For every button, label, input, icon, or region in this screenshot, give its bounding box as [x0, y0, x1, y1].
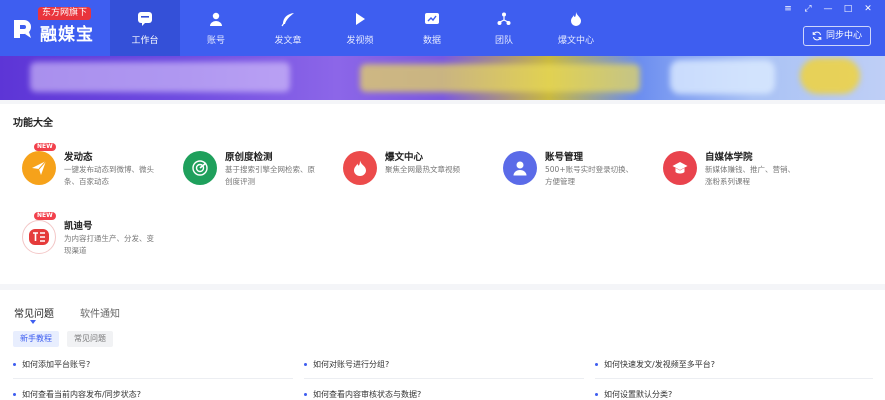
faq-question[interactable]: 如何快速发文/发视频至多平台?	[595, 359, 715, 370]
paper-plane-icon	[32, 160, 47, 175]
bullet-icon	[304, 393, 307, 396]
chart-icon	[425, 12, 439, 24]
nav-label: 发文章	[274, 35, 302, 46]
feature-icon	[343, 151, 377, 185]
nav-label: 发视频	[346, 35, 374, 46]
faq-question[interactable]: 如何查看内容审核状态与数据?	[304, 389, 421, 400]
tab-faq[interactable]: 常见问题	[14, 305, 54, 320]
feature-icon	[22, 220, 56, 254]
bullet-icon	[595, 393, 598, 396]
faq-question[interactable]: 如何添加平台账号?	[13, 359, 90, 370]
feature-kaidi[interactable]: NEW 凯迪号 为内容打通生产、分发、变现渠道	[22, 212, 172, 268]
close-icon[interactable]: ✕	[863, 4, 873, 14]
new-badge: NEW	[34, 143, 56, 151]
feature-title: 自媒体学院	[705, 152, 753, 163]
divider	[304, 378, 584, 379]
nav-label: 工作台	[131, 35, 159, 46]
feature-title: 发动态	[64, 152, 93, 163]
new-badge: NEW	[34, 212, 56, 220]
nav-post-video[interactable]: 发视频	[324, 0, 396, 56]
nav-post-article[interactable]: 发文章	[252, 0, 324, 56]
nav-workbench[interactable]: 工作台	[110, 0, 180, 56]
app-logo: 东方网旗下 融媒宝	[0, 0, 110, 56]
bullet-icon	[595, 363, 598, 366]
feature-post-moment[interactable]: NEW 发动态 一键发布动态到微博、微头条、百家动态	[22, 143, 172, 199]
feature-originality-check[interactable]: 原创度检测 基于搜索引擎全网检索、原创度评测	[183, 149, 333, 199]
active-tab-indicator	[30, 320, 36, 324]
feature-viral-center[interactable]: 爆文中心 聚焦全网最热文章视频	[343, 149, 493, 199]
team-icon	[497, 12, 511, 25]
app-name: 融媒宝	[40, 25, 94, 45]
feature-media-academy[interactable]: 自媒体学院 新媒体赚钱、推广、营销、涨粉系列课程	[663, 149, 813, 199]
minimize-icon[interactable]: —	[823, 4, 833, 14]
divider	[13, 378, 293, 379]
feature-desc: 聚焦全网最热文章视频	[385, 165, 460, 174]
nav-team[interactable]: 团队	[468, 0, 540, 56]
feature-desc: 500+账号实时登录切换、方便管理	[545, 165, 634, 186]
nav-data[interactable]: 数据	[396, 0, 468, 56]
pill-beginner-tutorial[interactable]: 新手教程	[13, 331, 59, 347]
bullet-icon	[304, 363, 307, 366]
feature-title: 原创度检测	[225, 152, 273, 163]
logo-mark-icon	[14, 20, 31, 38]
nav-label: 爆文中心	[557, 35, 594, 46]
feature-title: 凯迪号	[64, 221, 93, 232]
radar-icon	[192, 160, 208, 176]
pill-common-questions[interactable]: 常见问题	[67, 331, 113, 347]
feature-icon	[503, 151, 537, 185]
faq-question[interactable]: 如何对账号进行分组?	[304, 359, 389, 370]
graduation-cap-icon	[672, 162, 688, 174]
features-title: 功能大全	[13, 118, 53, 129]
faq-panel: 常见问题 软件通知 新手教程 常见问题 如何添加平台账号? 如何对账号进行分组?…	[0, 290, 885, 400]
feature-desc: 为内容打通生产、分发、变现渠道	[64, 234, 154, 255]
feature-account-management[interactable]: 账号管理 500+账号实时登录切换、方便管理	[503, 149, 653, 199]
logo-badge: 东方网旗下	[38, 7, 92, 20]
feature-desc: 一键发布动态到微博、微头条、百家动态	[64, 165, 154, 186]
feature-icon	[22, 151, 56, 185]
nav-viral-center[interactable]: 爆文中心	[540, 0, 612, 56]
faq-question[interactable]: 如何查看当前内容发布/同步状态?	[13, 389, 141, 400]
main-nav: 工作台 账号 发文章 发视频 数据 团队 爆文中心	[110, 0, 612, 56]
chat-bubble-icon	[138, 11, 152, 26]
nav-accounts[interactable]: 账号	[180, 0, 252, 56]
app-window: 东方网旗下 融媒宝 工作台 账号 发文章 发视频 数据 团队 爆文中心 ≡ ⤢ …	[0, 0, 885, 400]
menu-icon[interactable]: ≡	[783, 4, 793, 14]
feature-desc: 新媒体赚钱、推广、营销、涨粉系列课程	[705, 165, 795, 186]
flame-icon	[571, 11, 581, 26]
nav-label: 账号	[206, 35, 225, 46]
pin-icon[interactable]: ⤢	[803, 4, 813, 14]
sync-center-label: 同步中心	[825, 31, 862, 41]
promo-banner[interactable]	[0, 56, 885, 100]
tab-software-notice[interactable]: 软件通知	[80, 305, 120, 320]
window-controls: ≡ ⤢ — □ ✕	[783, 4, 873, 14]
flame-icon	[354, 160, 366, 176]
feature-icon	[663, 151, 697, 185]
play-icon	[356, 12, 365, 25]
sync-center-button[interactable]: 同步中心	[802, 26, 871, 46]
user-icon	[513, 161, 527, 176]
feature-icon	[183, 151, 217, 185]
bullet-icon	[13, 363, 16, 366]
nav-label: 数据	[422, 35, 441, 46]
faq-question[interactable]: 如何设置默认分类?	[595, 389, 672, 400]
feather-icon	[281, 12, 294, 26]
top-bar: 东方网旗下 融媒宝 工作台 账号 发文章 发视频 数据 团队 爆文中心 ≡ ⤢ …	[0, 0, 885, 56]
feature-title: 账号管理	[545, 152, 584, 163]
features-panel: 功能大全 NEW 发动态 一键发布动态到微博、微头条、百家动态 原创度检测 基于…	[0, 104, 885, 284]
sync-icon	[812, 31, 822, 41]
maximize-icon[interactable]: □	[843, 4, 853, 14]
feature-desc: 基于搜索引擎全网检索、原创度评测	[225, 165, 315, 186]
divider	[595, 378, 873, 379]
nav-label: 团队	[494, 35, 513, 46]
kaidi-logo-icon	[29, 229, 49, 245]
bullet-icon	[13, 393, 16, 396]
feature-title: 爆文中心	[385, 152, 424, 163]
user-icon	[210, 12, 222, 26]
